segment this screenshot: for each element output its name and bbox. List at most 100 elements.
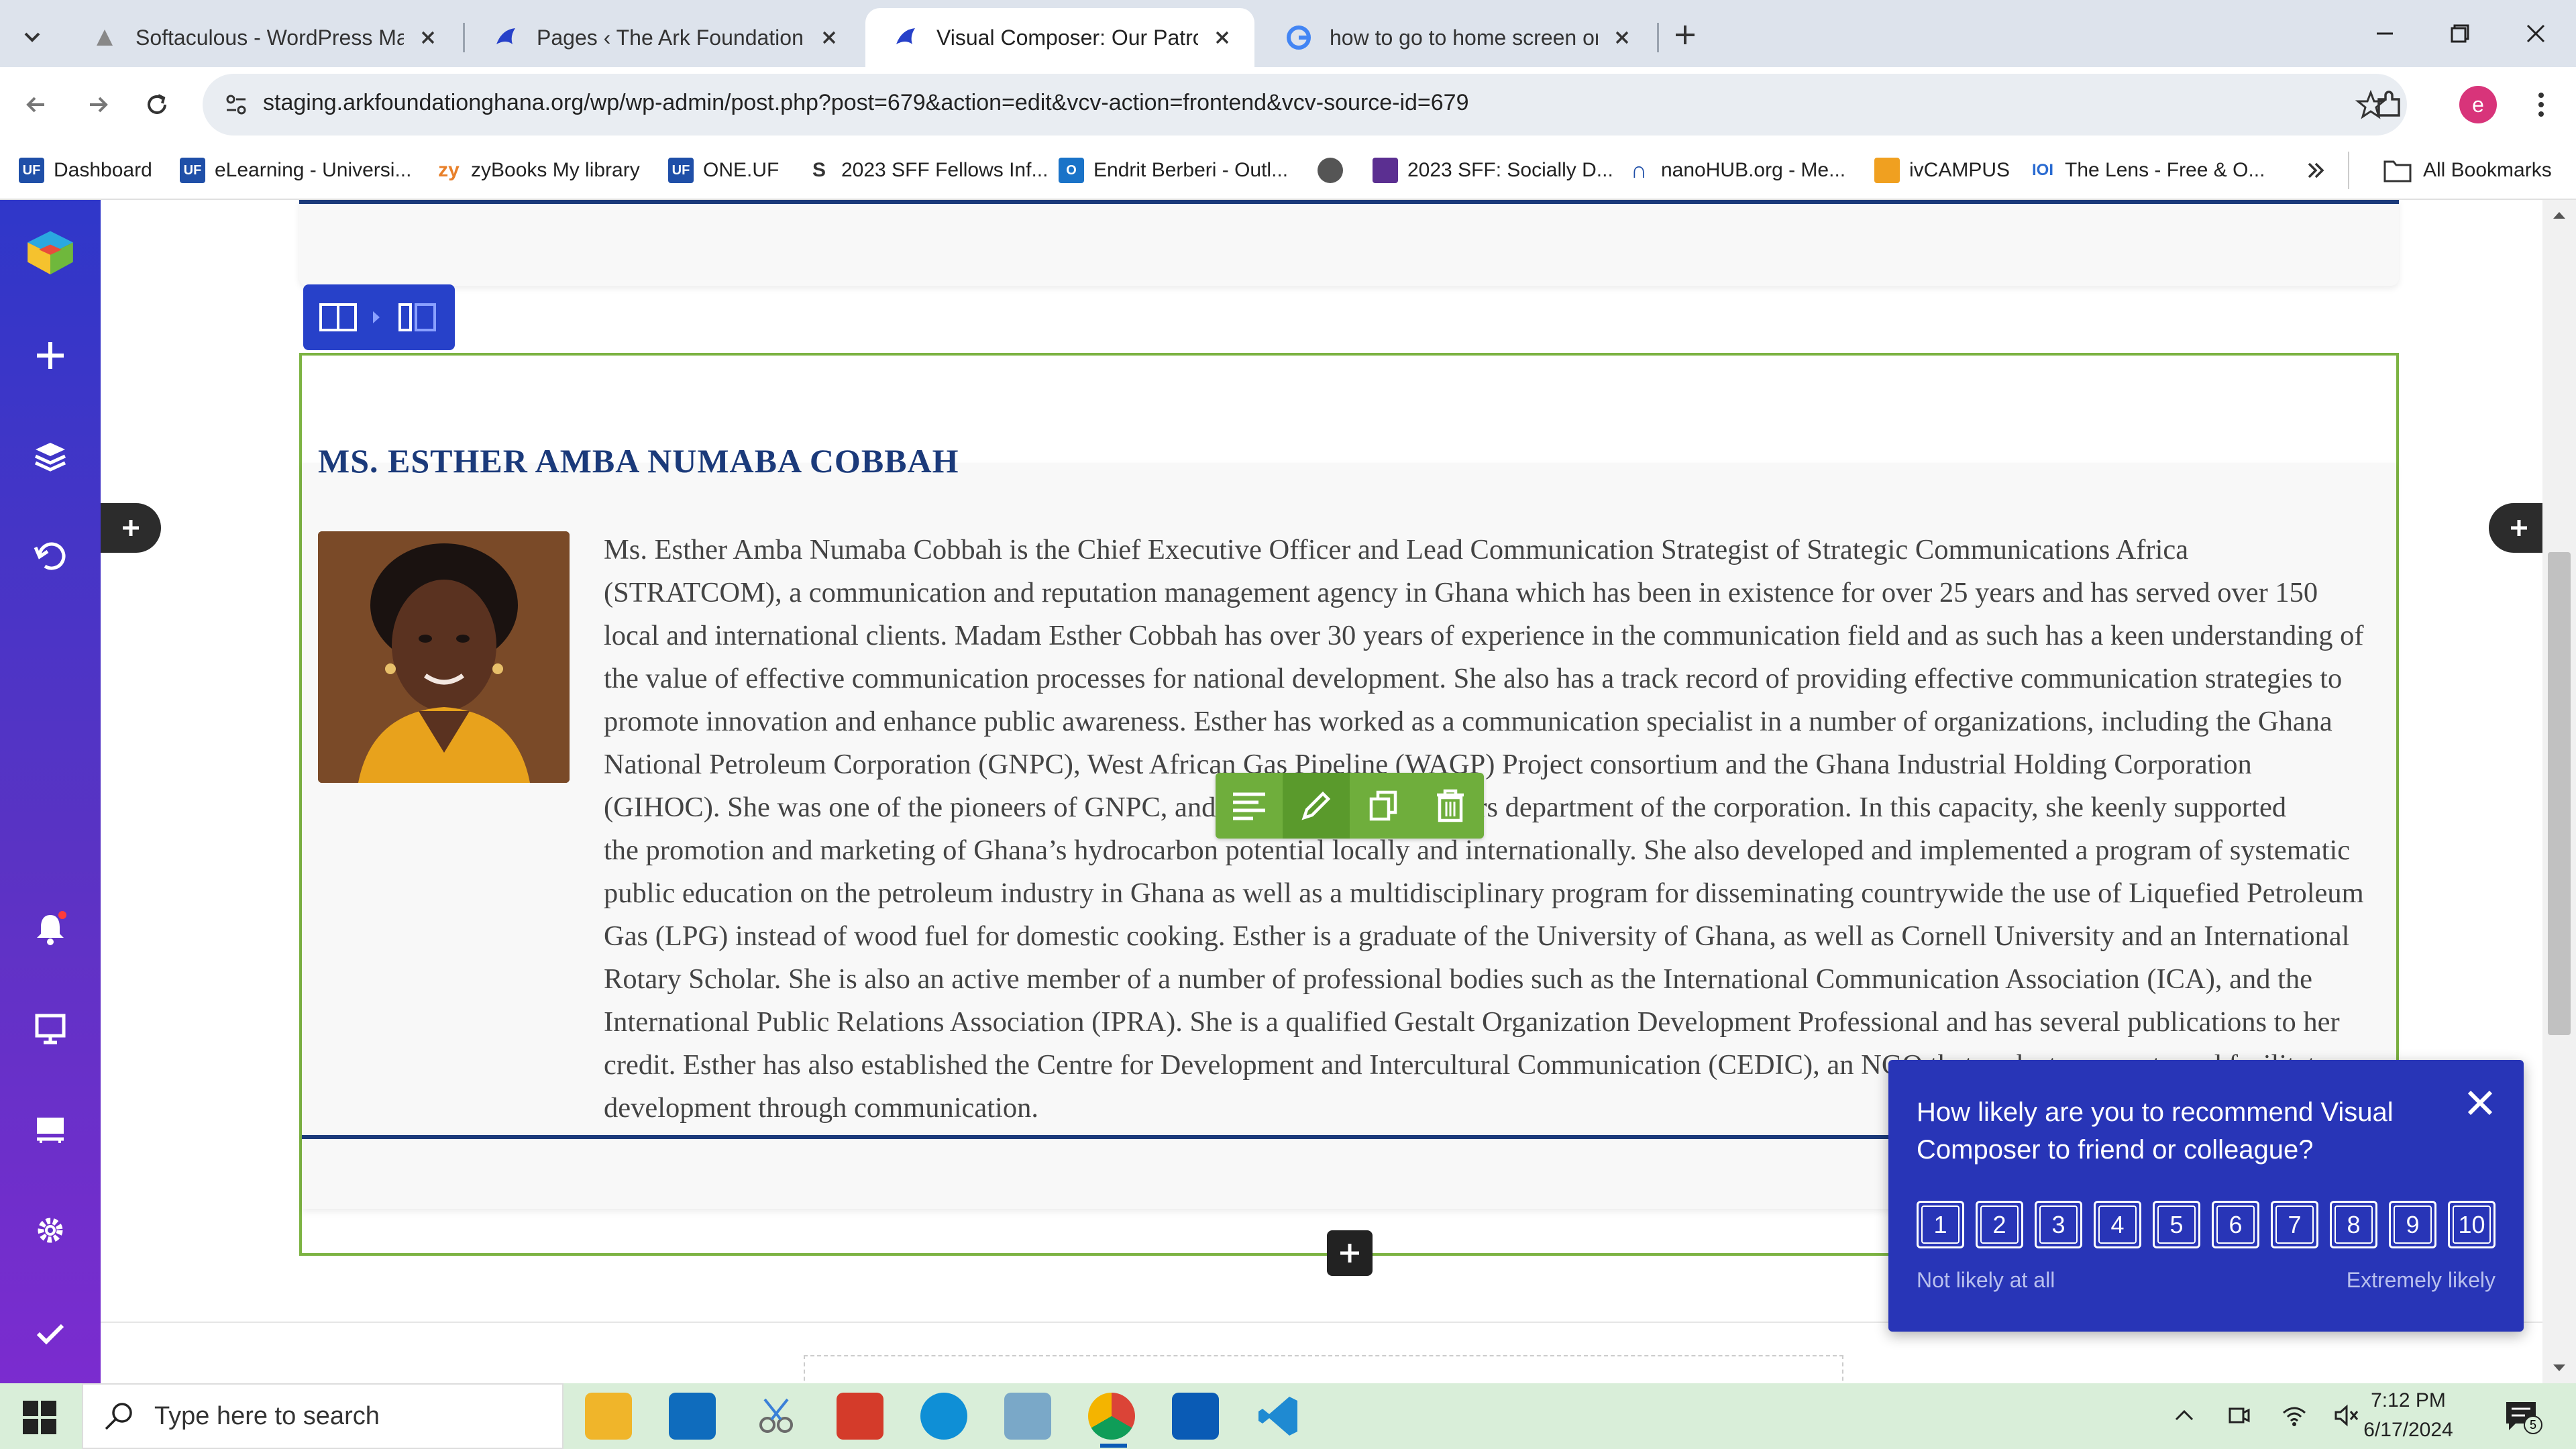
scrollbar-thumb[interactable]	[2548, 552, 2571, 1035]
bookmark-label: ONE.UF	[703, 159, 780, 181]
patron-name-heading[interactable]: MS. ESTHER AMBA NUMABA COBBAH	[318, 441, 959, 480]
tab-softaculous[interactable]: Softaculous - WordPress Manag	[64, 8, 460, 67]
taskbar-search[interactable]: Type here to search	[82, 1383, 564, 1449]
trash-icon	[1437, 789, 1464, 822]
app-gear-icon[interactable]	[837, 1393, 883, 1440]
outlook-app-icon[interactable]	[669, 1393, 716, 1440]
close-icon[interactable]	[1609, 24, 1635, 51]
edit-element-button[interactable]	[1283, 773, 1350, 839]
vscode-icon[interactable]	[1256, 1393, 1303, 1440]
menu-button[interactable]	[2522, 86, 2560, 123]
start-button[interactable]	[20, 1398, 59, 1437]
meet-now-button[interactable]	[2226, 1402, 2253, 1429]
layers-button[interactable]	[23, 429, 77, 483]
new-tab-button[interactable]	[1668, 17, 1703, 52]
survey-close-button[interactable]	[2460, 1083, 2500, 1123]
reload-button[interactable]	[138, 86, 176, 123]
patron-bio[interactable]: Ms. Esther Amba Numaba Cobbah is the Chi…	[604, 529, 2455, 1130]
tab-search-button[interactable]	[13, 17, 51, 55]
add-element-inline-button[interactable]	[1327, 1230, 1373, 1276]
taskbar-clock[interactable]: 7:12 PM 6/17/2024	[2355, 1386, 2462, 1445]
restore-button[interactable]	[2432, 12, 2485, 55]
scroll-up-icon[interactable]	[2551, 208, 2568, 221]
bookmark-zybooks[interactable]: zy zyBooks My library	[436, 152, 640, 189]
text-block-button[interactable]	[1216, 773, 1283, 839]
vc-logo[interactable]	[23, 225, 77, 279]
close-icon[interactable]	[816, 24, 843, 51]
address-bar[interactable]: staging.arkfoundationghana.org/wp/wp-adm…	[203, 74, 2407, 136]
row-layout-icon[interactable]	[318, 301, 358, 334]
notifications-button[interactable]	[23, 902, 77, 955]
network-button[interactable]	[2281, 1402, 2308, 1429]
rating-option-9[interactable]: 9	[2389, 1201, 2436, 1248]
tab-google-search[interactable]: how to go to home screen on v	[1258, 8, 1654, 67]
close-icon[interactable]	[1209, 24, 1236, 51]
site-info-icon[interactable]	[219, 87, 254, 122]
rating-option-3[interactable]: 3	[2035, 1201, 2082, 1248]
rating-option-4[interactable]: 4	[2094, 1201, 2141, 1248]
rating-option-8[interactable]: 8	[2330, 1201, 2377, 1248]
bio-line: Gas (LPG) instead of wood fuel for domes…	[604, 920, 2350, 952]
rating-option-2[interactable]: 2	[1976, 1201, 2023, 1248]
more-bookmarks-button[interactable]	[2302, 152, 2329, 189]
responsive-view-button[interactable]	[23, 1002, 77, 1056]
notification-center-button[interactable]: 5	[2504, 1398, 2544, 1436]
outlook-new-icon[interactable]	[1172, 1393, 1219, 1440]
add-row-right-button[interactable]	[2489, 503, 2542, 553]
extensions-button[interactable]	[2371, 86, 2408, 123]
bookmark-label: zyBooks My library	[471, 159, 640, 181]
row-controls[interactable]	[303, 284, 455, 350]
bookmark-dashboard[interactable]: UF Dashboard	[19, 152, 152, 189]
column-layout-icon[interactable]	[397, 301, 437, 334]
hub-button[interactable]	[23, 1103, 77, 1157]
bookmark-one-uf[interactable]: UF ONE.UF	[668, 152, 779, 189]
close-icon[interactable]	[415, 24, 441, 51]
rating-option-6[interactable]: 6	[2212, 1201, 2259, 1248]
add-element-button[interactable]	[23, 329, 77, 382]
tray-overflow-button[interactable]	[2171, 1402, 2198, 1429]
file-explorer-icon[interactable]	[585, 1393, 632, 1440]
tab-separator	[463, 23, 465, 52]
tab-pages[interactable]: Pages ‹ The Ark Foundation, Gh	[466, 8, 861, 67]
tab-title: Softaculous - WordPress Manag	[136, 25, 404, 50]
scroll-down-icon[interactable]	[2551, 1362, 2568, 1375]
kebab-menu-icon	[2538, 93, 2544, 117]
bookmark-outlook[interactable]: O Endrit Berberi - Outl...	[1059, 152, 1288, 189]
empty-drop-zone[interactable]	[804, 1355, 1843, 1383]
chrome-app-icon[interactable]	[1088, 1393, 1135, 1440]
minimize-button[interactable]	[2358, 12, 2412, 55]
bookmark-lens[interactable]: IOI The Lens - Free & O...	[2030, 152, 2265, 189]
tab-visual-composer[interactable]: Visual Composer: Our Patrons	[865, 8, 1254, 67]
rating-option-1[interactable]: 1	[1917, 1201, 1964, 1248]
bookmark-sff-fellows[interactable]: S 2023 SFF Fellows Inf...	[806, 152, 1048, 189]
search-icon	[105, 1403, 132, 1430]
patron-photo[interactable]	[318, 531, 570, 783]
undo-button[interactable]	[23, 530, 77, 584]
bookmark-elearning[interactable]: UF eLearning - Universi...	[180, 152, 411, 189]
bookmark-globe[interactable]	[1318, 152, 1352, 189]
page-scrollbar[interactable]	[2542, 200, 2576, 1383]
pencil-icon	[1301, 791, 1331, 820]
edge-browser-icon[interactable]	[920, 1393, 967, 1440]
close-window-button[interactable]	[2509, 12, 2563, 55]
rating-option-10[interactable]: 10	[2448, 1201, 2496, 1248]
back-button[interactable]	[17, 86, 55, 123]
profile-avatar[interactable]: e	[2459, 86, 2497, 123]
clone-element-button[interactable]	[1350, 773, 1417, 839]
rating-option-7[interactable]: 7	[2271, 1201, 2318, 1248]
add-row-left-button[interactable]	[101, 503, 161, 553]
snipping-tool-icon[interactable]	[753, 1393, 800, 1440]
bookmark-nanohub[interactable]: ∩ nanoHUB.org - Me...	[1626, 152, 1845, 189]
publish-button[interactable]	[23, 1307, 77, 1360]
bio-line: the value of effective communication pro…	[604, 663, 2343, 694]
tab-title: Visual Composer: Our Patrons	[936, 25, 1198, 50]
notepad-icon[interactable]	[1004, 1393, 1051, 1440]
bookmark-ivcampus[interactable]: ivCAMPUS	[1874, 152, 2010, 189]
forward-button[interactable]	[79, 86, 117, 123]
all-bookmarks-button[interactable]: All Bookmarks	[2383, 152, 2552, 189]
delete-element-button[interactable]	[1417, 773, 1484, 839]
rating-option-5[interactable]: 5	[2153, 1201, 2200, 1248]
bookmark-sff-socially[interactable]: 2023 SFF: Socially D...	[1373, 152, 1613, 189]
settings-button[interactable]	[23, 1203, 77, 1257]
rating-label: 7	[2275, 1205, 2314, 1244]
